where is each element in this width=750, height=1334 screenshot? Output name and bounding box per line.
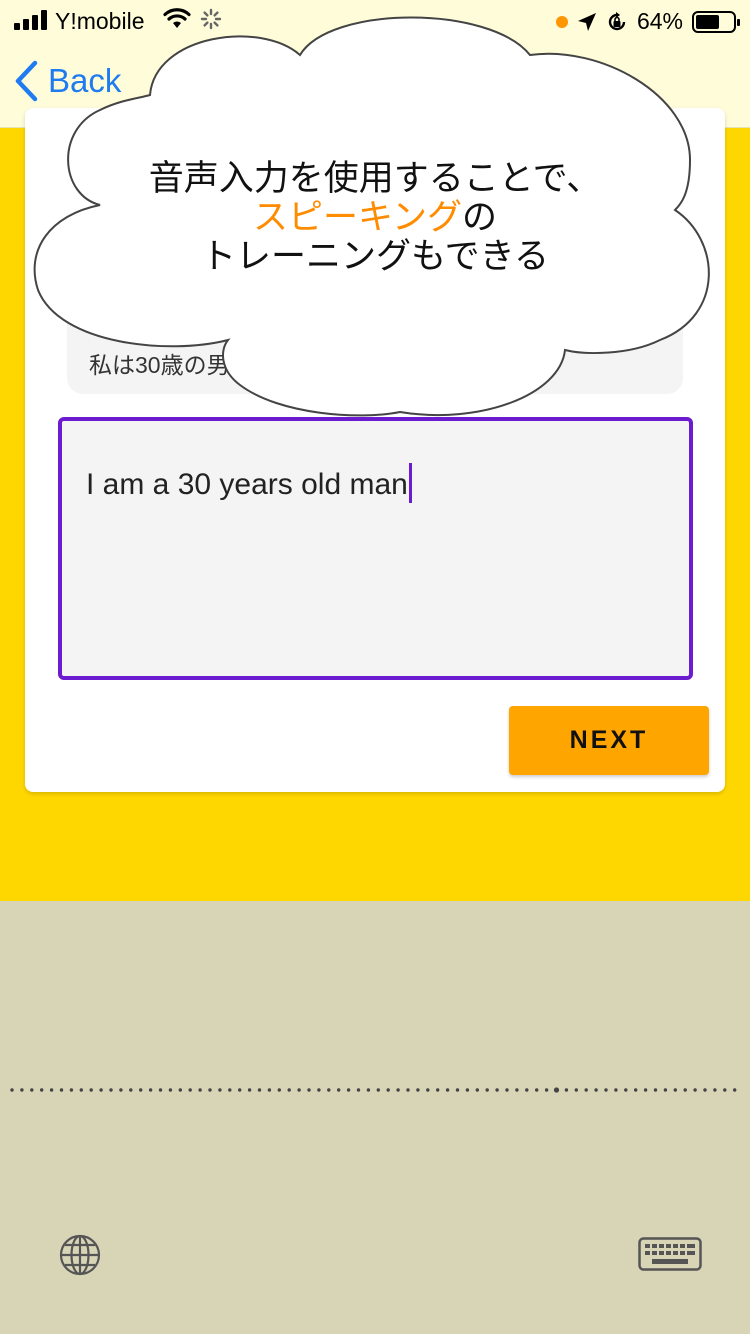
text-caret [408, 463, 412, 503]
privacy-indicator-dot [555, 15, 568, 28]
carrier-label: Y!mobile [55, 8, 145, 34]
location-icon [577, 12, 596, 31]
hint-box: 私は30歳の男 [67, 308, 683, 394]
keyboard-icon[interactable] [638, 1237, 702, 1271]
answer-text: I am a 30 years old man [86, 468, 408, 501]
battery-percent: 64% [636, 8, 683, 34]
callout-highlight: スピーキング [253, 198, 462, 238]
loading-icon [200, 8, 222, 30]
wifi-icon [163, 8, 191, 28]
dictation-waveform [10, 1087, 737, 1093]
globe-icon[interactable] [58, 1233, 102, 1277]
answer-input[interactable]: I am a 30 years old man [58, 417, 693, 680]
callout-line-2-rest: の [461, 198, 497, 238]
back-label: Back [48, 62, 122, 99]
status-bar: Y!mobile 64% [0, 0, 750, 40]
battery-icon [692, 10, 740, 33]
callout-text: 音声入力を使用することで、 スピーキングの トレーニングもできる [110, 160, 640, 277]
dictation-keyboard [0, 901, 750, 1334]
callout-line-1: 音声入力を使用することで、 [148, 159, 602, 199]
signal-icon [14, 10, 48, 30]
back-button[interactable]: Back [14, 60, 121, 102]
chevron-left-icon [15, 60, 38, 102]
callout-line-3: トレーニングもできる [201, 237, 549, 277]
hint-text: 私は30歳の男 [89, 352, 230, 378]
next-button[interactable]: NEXT [509, 706, 709, 775]
orientation-lock-icon [608, 11, 626, 30]
